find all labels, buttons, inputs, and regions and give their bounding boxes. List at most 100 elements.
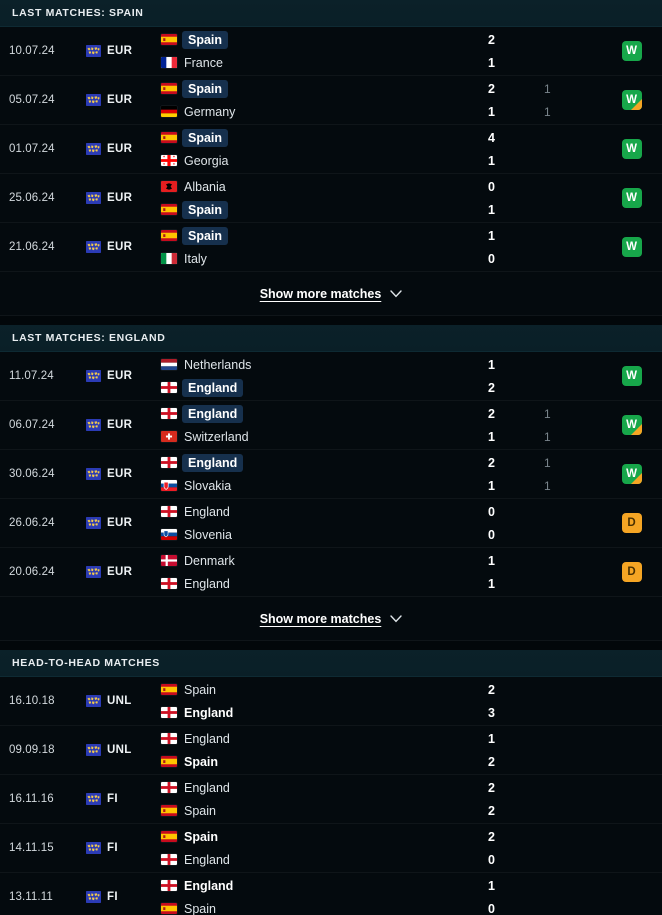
team-line: England bbox=[161, 878, 488, 894]
team-name[interactable]: England bbox=[184, 576, 230, 592]
score-cell: 4 1 bbox=[488, 125, 544, 173]
score-home: 2 bbox=[488, 81, 495, 96]
match-row[interactable]: 13.11.11 FI England Spain 1 0 bbox=[0, 873, 662, 915]
team-name[interactable]: Spain bbox=[182, 200, 229, 219]
team-name[interactable]: Switzerland bbox=[184, 429, 249, 445]
match-date: 30.06.24 bbox=[9, 468, 55, 480]
competition-cell[interactable]: EUR bbox=[86, 76, 150, 124]
match-row[interactable]: 30.06.24 EUR England Slovakia 2 1 1 1 W bbox=[0, 450, 662, 499]
euro-competition-icon bbox=[86, 241, 101, 253]
score-cell: 2 2 bbox=[488, 775, 544, 823]
show-more-matches-button[interactable]: Show more matches bbox=[260, 610, 403, 628]
result-badge[interactable]: W bbox=[621, 139, 642, 159]
team-name[interactable]: Spain bbox=[184, 803, 216, 819]
match-row[interactable]: 14.11.15 FI Spain England 2 0 bbox=[0, 824, 662, 873]
competition-cell[interactable]: EUR bbox=[86, 223, 150, 271]
euro-competition-icon bbox=[86, 192, 101, 204]
score-cell: 1 1 bbox=[488, 548, 544, 596]
team-name[interactable]: England bbox=[184, 852, 230, 868]
match-row[interactable]: 06.07.24 EUR England Switzerland 2 1 1 1… bbox=[0, 401, 662, 450]
competition-cell[interactable]: EUR bbox=[86, 174, 150, 222]
match-row[interactable]: 16.10.18 UNL Spain England 2 3 bbox=[0, 677, 662, 726]
team-name[interactable]: Spain bbox=[182, 79, 229, 98]
competition-code: EUR bbox=[107, 241, 133, 253]
team-name[interactable]: England bbox=[182, 378, 244, 397]
score-cell: 2 3 bbox=[488, 677, 544, 725]
competition-cell[interactable]: FI bbox=[86, 873, 150, 915]
score-home: 0 bbox=[488, 179, 495, 194]
halftime-score-cell bbox=[544, 125, 610, 173]
team-name[interactable]: France bbox=[184, 55, 223, 71]
competition-cell[interactable]: EUR bbox=[86, 352, 150, 400]
match-row[interactable]: 25.06.24 EUR Albania Spain 0 1 W bbox=[0, 174, 662, 223]
team-name[interactable]: Italy bbox=[184, 251, 207, 267]
competition-cell[interactable]: FI bbox=[86, 824, 150, 872]
match-row[interactable]: 21.06.24 EUR Spain Italy 1 0 W bbox=[0, 223, 662, 272]
euro-competition-icon bbox=[86, 793, 101, 805]
competition-cell[interactable]: UNL bbox=[86, 726, 150, 774]
score-cell: 2 1 bbox=[488, 450, 544, 498]
flag-icon-fr bbox=[161, 57, 177, 68]
team-name[interactable]: Georgia bbox=[184, 153, 228, 169]
match-row[interactable]: 11.07.24 EUR Netherlands England 1 2 W bbox=[0, 352, 662, 401]
team-name[interactable]: Spain bbox=[182, 128, 229, 147]
result-badge[interactable]: D bbox=[621, 513, 642, 533]
halftime-score-away: 1 bbox=[544, 104, 551, 119]
result-badge[interactable]: W bbox=[621, 41, 642, 61]
team-name[interactable]: England bbox=[184, 731, 230, 747]
result-badge[interactable]: W bbox=[621, 237, 642, 257]
team-name[interactable]: Spain bbox=[184, 682, 216, 698]
result-cell: W bbox=[610, 223, 662, 271]
match-row[interactable]: 16.11.16 FI England Spain 2 2 bbox=[0, 775, 662, 824]
show-more-matches-button[interactable]: Show more matches bbox=[260, 285, 403, 303]
team-name[interactable]: Germany bbox=[184, 104, 235, 120]
team-name[interactable]: England bbox=[184, 780, 230, 796]
euro-competition-icon bbox=[86, 744, 101, 756]
team-line: Spain bbox=[161, 128, 488, 147]
team-name[interactable]: Albania bbox=[184, 179, 226, 195]
competition-cell[interactable]: UNL bbox=[86, 677, 150, 725]
match-date: 26.06.24 bbox=[9, 517, 55, 529]
competition-cell[interactable]: EUR bbox=[86, 401, 150, 449]
result-badge[interactable]: W bbox=[621, 366, 642, 386]
team-name[interactable]: Denmark bbox=[184, 553, 235, 569]
team-name[interactable]: England bbox=[182, 453, 244, 472]
competition-cell[interactable]: EUR bbox=[86, 450, 150, 498]
match-row[interactable]: 01.07.24 EUR Spain Georgia 4 1 W bbox=[0, 125, 662, 174]
teams-cell: Netherlands England bbox=[150, 352, 488, 400]
result-badge[interactable]: W bbox=[621, 464, 642, 484]
competition-code: EUR bbox=[107, 517, 133, 529]
result-badge[interactable]: W bbox=[621, 90, 642, 110]
competition-cell[interactable]: EUR bbox=[86, 499, 150, 547]
match-row[interactable]: 05.07.24 EUR Spain Germany 2 1 1 1 W bbox=[0, 76, 662, 125]
competition-cell[interactable]: EUR bbox=[86, 548, 150, 596]
team-line: Spain bbox=[161, 803, 488, 819]
euro-competition-icon bbox=[86, 45, 101, 57]
team-name[interactable]: Spain bbox=[182, 226, 229, 245]
match-date: 20.06.24 bbox=[9, 566, 55, 578]
competition-cell[interactable]: EUR bbox=[86, 27, 150, 75]
competition-cell[interactable]: FI bbox=[86, 775, 150, 823]
match-row[interactable]: 20.06.24 EUR Denmark England 1 1 D bbox=[0, 548, 662, 597]
team-name[interactable]: Slovakia bbox=[184, 478, 231, 494]
match-row[interactable]: 10.07.24 EUR Spain France 2 1 W bbox=[0, 27, 662, 76]
team-name[interactable]: Spain bbox=[184, 901, 216, 915]
match-row[interactable]: 26.06.24 EUR England Slovenia 0 0 D bbox=[0, 499, 662, 548]
team-name[interactable]: Slovenia bbox=[184, 527, 232, 543]
halftime-score-away: 1 bbox=[544, 429, 551, 444]
competition-cell[interactable]: EUR bbox=[86, 125, 150, 173]
team-name[interactable]: England bbox=[182, 404, 244, 423]
result-badge[interactable]: W bbox=[621, 188, 642, 208]
team-name[interactable]: England bbox=[184, 878, 233, 894]
team-name[interactable]: Spain bbox=[184, 754, 218, 770]
match-row[interactable]: 09.09.18 UNL England Spain 1 2 bbox=[0, 726, 662, 775]
competition-code: EUR bbox=[107, 143, 133, 155]
team-name[interactable]: Spain bbox=[182, 30, 229, 49]
team-name[interactable]: England bbox=[184, 504, 230, 520]
result-badge[interactable]: W bbox=[621, 415, 642, 435]
team-name[interactable]: England bbox=[184, 705, 233, 721]
team-name[interactable]: Spain bbox=[184, 829, 218, 845]
team-name[interactable]: Netherlands bbox=[184, 357, 251, 373]
result-badge[interactable]: D bbox=[621, 562, 642, 582]
score-away: 3 bbox=[488, 705, 495, 720]
